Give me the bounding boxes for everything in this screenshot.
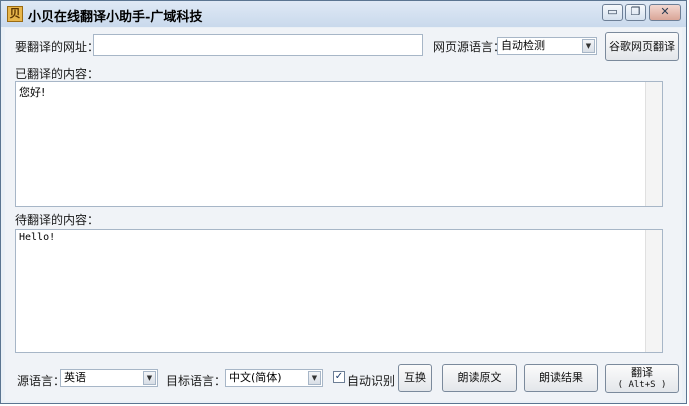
page-source-lang-select[interactable]: 自动检测 ▼	[497, 37, 597, 55]
auto-detect-label[interactable]: 自动识别	[347, 372, 395, 389]
translate-shortcut-label: ( Alt+S )	[617, 380, 667, 390]
url-input[interactable]	[93, 34, 423, 56]
target-lang-select[interactable]: 中文(简体) ▼	[225, 369, 323, 387]
title-bar[interactable]: 贝 小贝在线翻译小助手-广域科技 ▭ ❐ ✕	[1, 1, 686, 27]
translated-scrollbar[interactable]	[645, 82, 662, 206]
pending-content-label: 待翻译的内容：	[15, 213, 100, 227]
translated-text: 您好!	[19, 86, 46, 99]
close-button[interactable]: ✕	[649, 4, 681, 21]
app-icon: 贝	[7, 6, 23, 22]
target-lang-label: 目标语言：	[166, 374, 227, 388]
checkmark-icon: ✓	[334, 371, 344, 382]
client-area: 要翻译的网址： 网页源语言： 自动检测 ▼ 谷歌网页翻译 已翻译的内容： 您好!…	[5, 28, 682, 401]
translated-content-label: 已翻译的内容：	[15, 67, 100, 81]
page-source-lang-value: 自动检测	[501, 39, 545, 52]
read-original-button[interactable]: 朗读原文	[442, 364, 517, 392]
page-source-lang-label: 网页源语言：	[433, 40, 506, 54]
target-lang-value: 中文(简体)	[229, 371, 282, 384]
minimize-button[interactable]: ▭	[602, 4, 623, 21]
source-lang-select[interactable]: 英语 ▼	[60, 369, 158, 387]
minimize-icon: ▭	[607, 5, 618, 18]
source-lang-value: 英语	[64, 371, 86, 384]
window-title: 小贝在线翻译小助手-广域科技	[28, 10, 203, 25]
pending-scrollbar[interactable]	[645, 230, 662, 352]
app-window: 贝 小贝在线翻译小助手-广域科技 ▭ ❐ ✕ 要翻译的网址： 网页源语言： 自动…	[0, 0, 687, 404]
translated-content-area[interactable]: 您好!	[15, 81, 663, 207]
source-lang-label: 源语言：	[17, 374, 66, 388]
pending-text: Hello!	[19, 232, 56, 243]
translate-button-label: 翻译	[631, 366, 653, 379]
url-label: 要翻译的网址：	[15, 40, 100, 54]
read-result-button[interactable]: 朗读结果	[524, 364, 598, 392]
restore-button[interactable]: ❐	[625, 4, 646, 21]
translate-button[interactable]: 翻译 ( Alt+S )	[605, 364, 679, 393]
chevron-down-icon: ▼	[308, 371, 321, 385]
swap-button[interactable]: 互换	[398, 364, 432, 392]
restore-icon: ❐	[630, 5, 641, 18]
close-icon: ✕	[660, 5, 670, 18]
pending-content-area[interactable]: Hello!	[15, 229, 663, 353]
auto-detect-checkbox[interactable]: ✓	[333, 371, 345, 383]
chevron-down-icon: ▼	[582, 39, 595, 53]
chevron-down-icon: ▼	[143, 371, 156, 385]
google-translate-button[interactable]: 谷歌网页翻译	[605, 32, 679, 61]
